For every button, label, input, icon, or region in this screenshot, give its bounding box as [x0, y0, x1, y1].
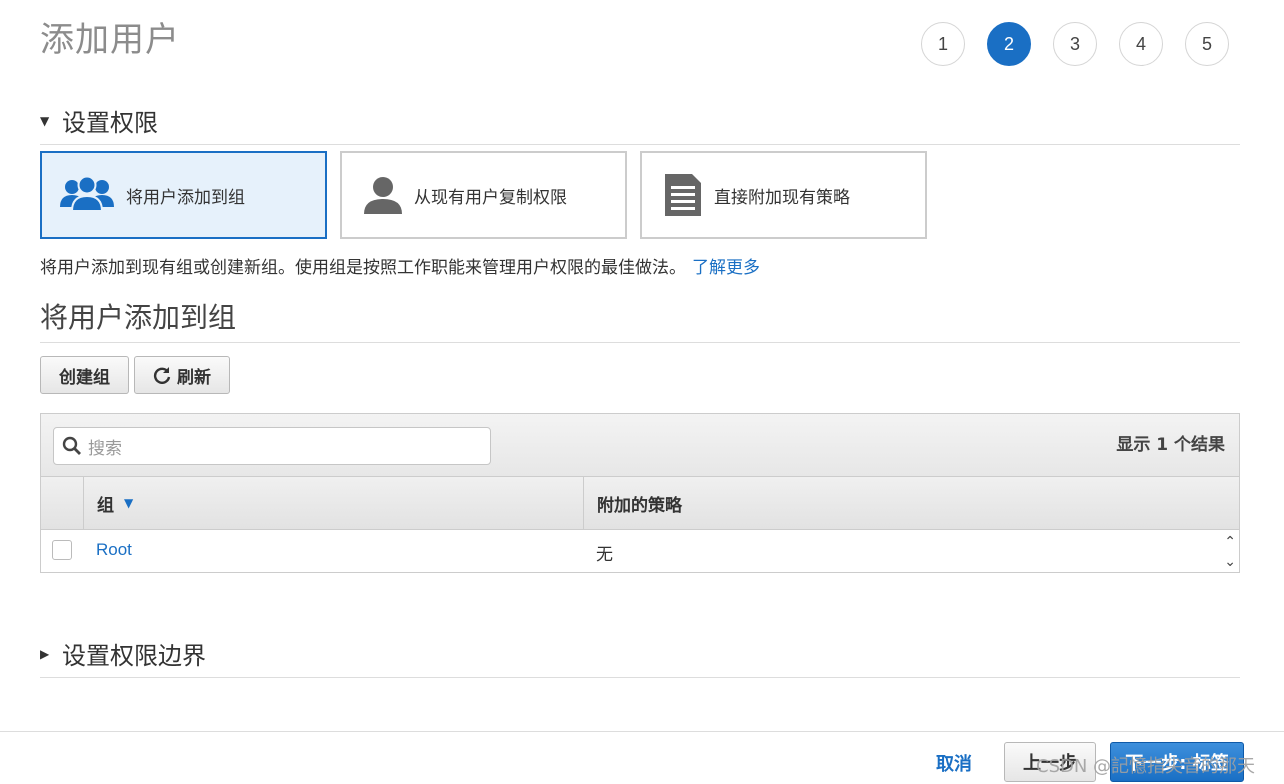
- permissions-section-title: 设置权限: [62, 109, 158, 137]
- watermark: CSDN @記憶指尖音的那天: [1036, 756, 1256, 777]
- attached-policy: 无: [596, 545, 613, 565]
- step-2[interactable]: 2: [987, 22, 1031, 66]
- boundary-section-header[interactable]: ▶ 设置权限边界: [40, 636, 1240, 678]
- option-add-to-group[interactable]: 将用户添加到组: [40, 151, 327, 239]
- column-header-policy[interactable]: 附加的策略: [597, 477, 682, 529]
- chevron-down-icon[interactable]: ⌄: [1224, 552, 1236, 572]
- search-icon: [62, 436, 82, 456]
- search-placeholder: 搜索: [88, 438, 122, 459]
- caret-down-icon: ▼: [40, 113, 50, 128]
- caret-right-icon: ▶: [40, 646, 50, 661]
- wizard-steps: 1 2 3 4 5: [921, 22, 1251, 66]
- permissions-section-header[interactable]: ▼ 设置权限: [40, 103, 1240, 145]
- column-divider: [83, 477, 84, 529]
- sort-desc-icon: ▼: [124, 496, 134, 510]
- page-title: 添加用户: [40, 20, 180, 60]
- create-group-label: 创建组: [59, 367, 110, 388]
- table-header: 组 ▼ 附加的策略: [40, 477, 1240, 530]
- refresh-icon: [153, 366, 171, 384]
- refresh-button[interactable]: 刷新: [134, 356, 230, 394]
- option-description: 将用户添加到现有组或创建新组。使用组是按照工作职能来管理用户权限的最佳做法。 了解…: [40, 253, 760, 278]
- create-group-button[interactable]: 创建组: [40, 356, 129, 394]
- group-section-title: 将用户添加到组: [40, 296, 1240, 343]
- result-count: 显示 1 个结果: [1116, 435, 1225, 455]
- table-row[interactable]: Root 无 ⌃ ⌄: [40, 530, 1240, 573]
- document-icon: [662, 172, 704, 218]
- description-text: 将用户添加到现有组或创建新组。使用组是按照工作职能来管理用户权限的最佳做法。: [40, 258, 686, 278]
- step-4[interactable]: 4: [1119, 22, 1163, 66]
- row-scrollbar[interactable]: ⌃ ⌄: [1224, 532, 1236, 572]
- column-policy-label: 附加的策略: [597, 495, 682, 516]
- row-checkbox[interactable]: [52, 540, 72, 560]
- column-group-label: 组: [97, 495, 114, 516]
- table-toolbar: 搜索 显示 1 个结果: [40, 413, 1240, 477]
- option-attach-policies[interactable]: 直接附加现有策略: [640, 151, 927, 239]
- chevron-up-icon[interactable]: ⌃: [1224, 532, 1236, 552]
- step-5[interactable]: 5: [1185, 22, 1229, 66]
- cancel-button[interactable]: 取消: [936, 750, 972, 776]
- option-copy-permissions[interactable]: 从现有用户复制权限: [340, 151, 627, 239]
- group-name-link[interactable]: Root: [96, 540, 132, 560]
- user-icon: [362, 175, 404, 215]
- refresh-label: 刷新: [177, 367, 211, 388]
- users-group-icon: [58, 175, 116, 215]
- step-3[interactable]: 3: [1053, 22, 1097, 66]
- boundary-section-title: 设置权限边界: [62, 642, 206, 670]
- step-1[interactable]: 1: [921, 22, 965, 66]
- learn-more-link[interactable]: 了解更多: [692, 258, 760, 278]
- option-label: 从现有用户复制权限: [414, 187, 567, 208]
- option-label: 将用户添加到组: [126, 187, 245, 208]
- search-input[interactable]: 搜索: [53, 427, 491, 465]
- column-divider: [583, 477, 584, 529]
- option-label: 直接附加现有策略: [714, 187, 850, 208]
- column-header-group[interactable]: 组 ▼: [97, 477, 133, 529]
